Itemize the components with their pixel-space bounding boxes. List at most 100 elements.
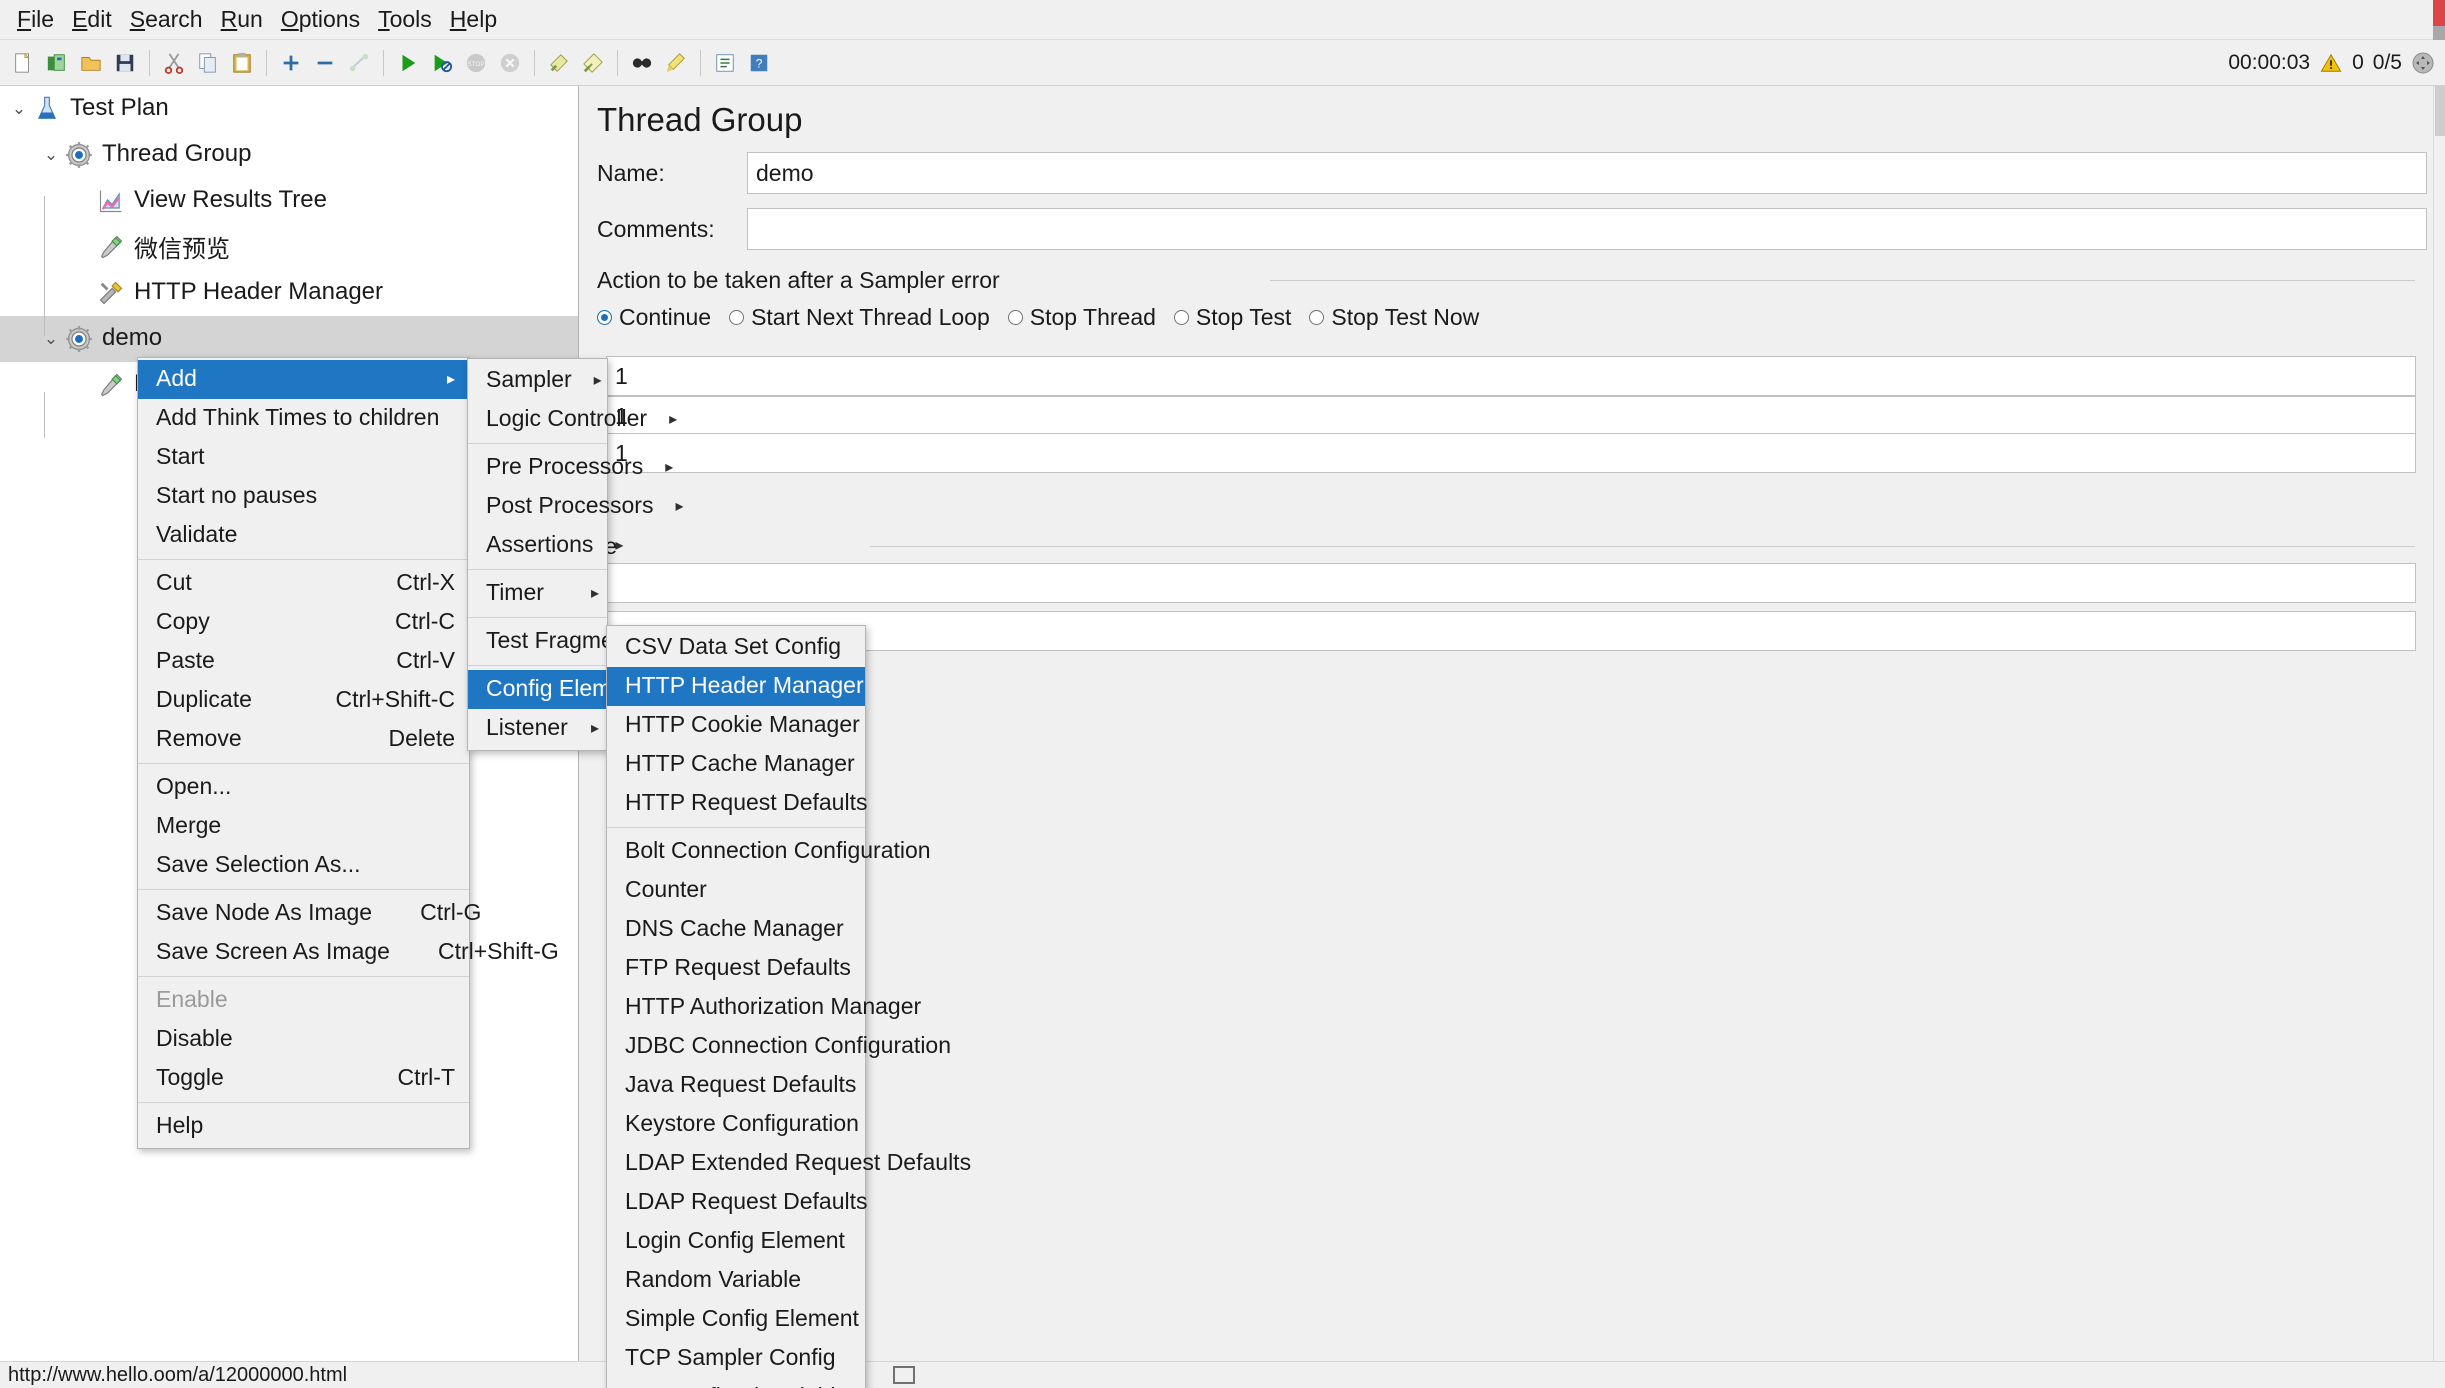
templates-icon[interactable]: [43, 49, 71, 77]
menu-item-ftp-request-defaults[interactable]: FTP Request Defaults: [607, 949, 865, 988]
menu-item-open[interactable]: Open...: [138, 768, 469, 807]
tree-item-test-plan[interactable]: ⌄ Test Plan: [0, 86, 578, 132]
search-reset-icon[interactable]: [662, 49, 690, 77]
open-icon[interactable]: [77, 49, 105, 77]
chevron-down-icon[interactable]: ⌄: [38, 145, 64, 165]
start-icon[interactable]: [394, 49, 422, 77]
menu-search[interactable]: Search: [121, 4, 212, 36]
menu-item-start-no-pauses[interactable]: Start no pauses: [138, 477, 469, 516]
toggle-icon[interactable]: [345, 49, 373, 77]
menu-item-simple-config-element[interactable]: Simple Config Element: [607, 1300, 865, 1339]
menu-item-save-selection-as[interactable]: Save Selection As...: [138, 846, 469, 885]
menu-help[interactable]: Help: [441, 4, 506, 36]
function-helper-icon[interactable]: [711, 49, 739, 77]
copy-icon[interactable]: [194, 49, 222, 77]
menu-item-csv-data-set-config[interactable]: CSV Data Set Config: [607, 628, 865, 667]
radio-button[interactable]: [597, 310, 612, 325]
menu-item-pre-processors[interactable]: Pre Processors ▸: [468, 448, 673, 487]
thread-count-input[interactable]: [606, 356, 2416, 396]
radio-start-next-thread-loop[interactable]: Start Next Thread Loop: [729, 304, 990, 331]
radio-continue[interactable]: Continue: [597, 304, 711, 331]
clear-all-icon[interactable]: [579, 49, 607, 77]
menu-item-copy[interactable]: Copy Ctrl-C: [138, 603, 469, 642]
radio-stop-thread[interactable]: Stop Thread: [1007, 304, 1156, 331]
menu-item-save-screen-as-image[interactable]: Save Screen As Image Ctrl+Shift-G: [138, 933, 559, 972]
sampler-error-radio-group[interactable]: Continue Start Next Thread Loop Stop Threa…: [597, 304, 1479, 331]
expand-all-icon[interactable]: [277, 49, 305, 77]
menu-edit[interactable]: Edit: [63, 4, 121, 36]
menu-item-toggle[interactable]: Toggle Ctrl-T: [138, 1059, 469, 1098]
menu-item-ldap-request-defaults[interactable]: LDAP Request Defaults: [607, 1183, 868, 1222]
menu-item-ldap-extended-request-defaults[interactable]: LDAP Extended Request Defaults: [607, 1144, 971, 1183]
tree-context-menu[interactable]: Add ▸ Add Think Times to children Start Star…: [137, 357, 559, 1149]
shutdown-icon[interactable]: [496, 49, 524, 77]
menu-item-bolt-connection-configuration[interactable]: Bolt Connection Configuration: [607, 832, 931, 871]
menu-item-http-authorization-manager[interactable]: HTTP Authorization Manager: [607, 988, 921, 1027]
radio-stop-test-now[interactable]: Stop Test Now: [1309, 304, 1479, 331]
search-icon[interactable]: [628, 49, 656, 77]
menu-item-add-think-times-to-children[interactable]: Add Think Times to children: [138, 399, 469, 438]
loop-count-input[interactable]: [606, 433, 2416, 473]
menu-item-paste[interactable]: Paste Ctrl-V: [138, 642, 469, 681]
comments-input[interactable]: [747, 208, 2427, 250]
chevron-down-icon[interactable]: ⌄: [38, 329, 64, 349]
menu-item-cut[interactable]: Cut Ctrl-X: [138, 564, 469, 603]
new-icon[interactable]: [9, 49, 37, 77]
menu-item-user-defined-variables[interactable]: User Defined Variables: [607, 1378, 865, 1388]
menu-file[interactable]: File: [8, 4, 63, 36]
stop-icon[interactable]: STOP: [462, 49, 490, 77]
startup-delay-input[interactable]: [606, 611, 2416, 651]
add-submenu[interactable]: Sampler ▸ Logic Controller ▸ Pre Processors ▸…: [467, 358, 683, 751]
duration-input[interactable]: [606, 563, 2416, 603]
tree-item-thread-group[interactable]: ⌄ Thread Group: [0, 132, 578, 178]
vertical-scrollbar[interactable]: [2433, 86, 2445, 1361]
menu-item-help[interactable]: Help: [138, 1107, 469, 1146]
menu-item-http-cache-manager[interactable]: HTTP Cache Manager: [607, 745, 865, 784]
menu-item-validate[interactable]: Validate: [138, 516, 469, 555]
menu-item-listener[interactable]: Listener ▸: [468, 709, 607, 748]
menu-item-test-fragment[interactable]: Test Fragment▸: [468, 622, 663, 661]
start-no-pauses-icon[interactable]: [428, 49, 456, 77]
menu-item-remove[interactable]: Remove Delete: [138, 720, 469, 759]
menu-item-random-variable[interactable]: Random Variable: [607, 1261, 865, 1300]
menu-item-add[interactable]: Add ▸: [138, 360, 469, 399]
menu-item-config-element[interactable]: Config Element▸: [468, 670, 673, 709]
menu-item-java-request-defaults[interactable]: Java Request Defaults: [607, 1066, 865, 1105]
menu-item-sampler[interactable]: Sampler ▸: [468, 361, 607, 400]
menu-item-keystore-configuration[interactable]: Keystore Configuration: [607, 1105, 865, 1144]
menu-item-tcp-sampler-config[interactable]: TCP Sampler Config: [607, 1339, 865, 1378]
menu-item-http-header-manager[interactable]: HTTP Header Manager: [607, 667, 865, 706]
tree-item-demo[interactable]: ⌄ demo: [0, 316, 578, 362]
menu-item-counter[interactable]: Counter: [607, 871, 865, 910]
menu-run[interactable]: Run: [212, 4, 272, 36]
clear-icon[interactable]: [545, 49, 573, 77]
menu-item-logic-controller[interactable]: Logic Controller ▸: [468, 400, 677, 439]
radio-button[interactable]: [729, 310, 745, 325]
chevron-down-icon[interactable]: ⌄: [6, 99, 32, 119]
menu-item-duplicate[interactable]: Duplicate Ctrl+Shift-C: [138, 681, 469, 720]
radio-button[interactable]: [1173, 310, 1189, 325]
scrollbar-thumb[interactable]: [2435, 86, 2445, 136]
menu-item-http-cookie-manager[interactable]: HTTP Cookie Manager: [607, 706, 865, 745]
collapse-all-icon[interactable]: [311, 49, 339, 77]
radio-button[interactable]: [1309, 310, 1325, 325]
menu-item-jdbc-connection-configuration[interactable]: JDBC Connection Configuration: [607, 1027, 951, 1066]
menu-item-dns-cache-manager[interactable]: DNS Cache Manager: [607, 910, 865, 949]
tree-item-[interactable]: 微信预览: [0, 224, 578, 270]
radio-button[interactable]: [1007, 310, 1023, 325]
cut-icon[interactable]: [160, 49, 188, 77]
save-icon[interactable]: [111, 49, 139, 77]
tree-item-http-header-manager[interactable]: HTTP Header Manager: [0, 270, 578, 316]
tree-item-view-results-tree[interactable]: View Results Tree: [0, 178, 578, 224]
paste-icon[interactable]: [228, 49, 256, 77]
menu-item-login-config-element[interactable]: Login Config Element: [607, 1222, 865, 1261]
ramp-up-input[interactable]: [606, 396, 2416, 436]
menu-item-assertions[interactable]: Assertions ▸: [468, 526, 623, 565]
menu-item-save-node-as-image[interactable]: Save Node As Image Ctrl-G: [138, 894, 481, 933]
menu-item-merge[interactable]: Merge: [138, 807, 469, 846]
menu-item-post-processors[interactable]: Post Processors ▸: [468, 487, 683, 526]
menu-item-timer[interactable]: Timer ▸: [468, 574, 607, 613]
menu-item-disable[interactable]: Disable: [138, 1020, 469, 1059]
help-icon[interactable]: ?: [745, 49, 773, 77]
menu-options[interactable]: Options: [272, 4, 369, 36]
